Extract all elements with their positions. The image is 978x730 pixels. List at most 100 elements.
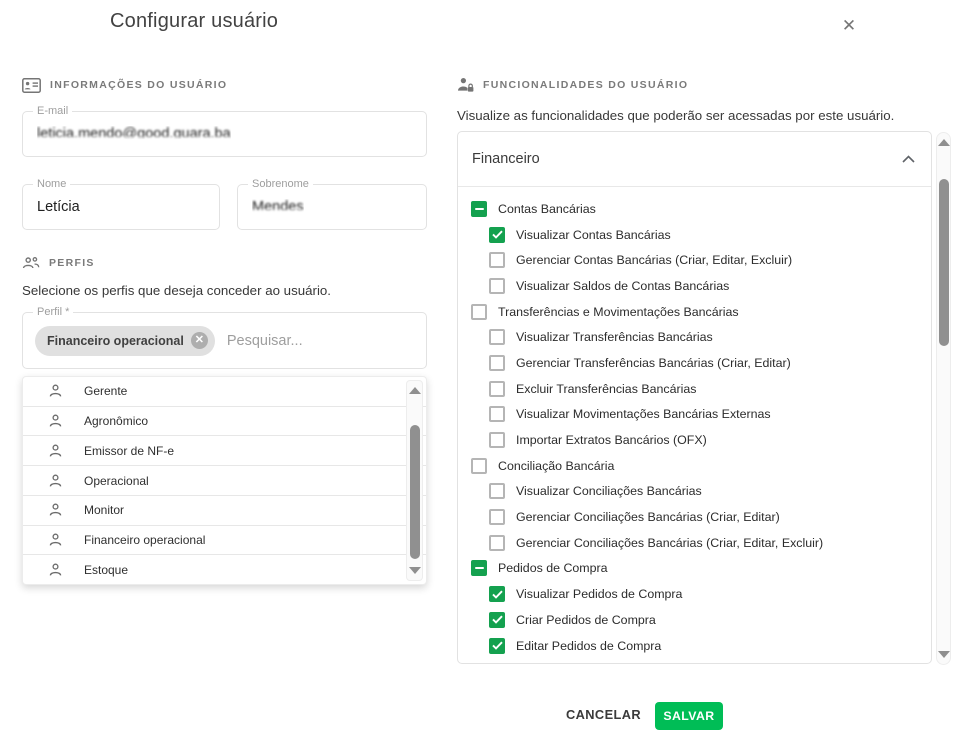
- permission-row[interactable]: Gerenciar Contas Bancárias (Criar, Edita…: [458, 247, 931, 273]
- email-field[interactable]: E-mail leticia.mendo@good.guara.ba: [22, 111, 427, 157]
- checkbox-checked-icon[interactable]: [489, 612, 505, 628]
- permission-row[interactable]: Gerenciar Conciliações Bancárias (Criar,…: [458, 504, 931, 530]
- selected-profile-chip-label: Financeiro operacional: [47, 334, 184, 348]
- profile-search-input[interactable]: [227, 333, 414, 349]
- scroll-up-arrow-icon[interactable]: [409, 387, 421, 394]
- profile-options-dropdown: Gerente AgronômicoEmissor de NF-e Operacio…: [22, 376, 427, 585]
- permission-row[interactable]: Gerenciar Conciliações Bancárias (Criar,…: [458, 530, 931, 556]
- permission-row[interactable]: Visualizar Conciliações Bancárias: [458, 479, 931, 505]
- checkbox-unchecked-icon[interactable]: [489, 535, 505, 551]
- profile-option[interactable]: Gerente: [23, 377, 426, 407]
- checkbox-unchecked-icon[interactable]: [489, 355, 505, 371]
- financeiro-accordion-header[interactable]: Financeiro: [458, 132, 931, 187]
- permission-label: Excluir Transferências Bancárias: [516, 382, 696, 396]
- dropdown-scrollbar[interactable]: [406, 380, 423, 581]
- permission-label: Editar Pedidos de Compra: [516, 639, 661, 653]
- profile-options-list: Gerente AgronômicoEmissor de NF-e Operacio…: [23, 377, 426, 584]
- permission-row[interactable]: Transferências e Movimentações Bancárias: [458, 299, 931, 325]
- checkbox-unchecked-icon[interactable]: [489, 483, 505, 499]
- profile-option[interactable]: Agronômico: [23, 407, 426, 437]
- checkbox-unchecked-icon[interactable]: [489, 278, 505, 294]
- profile-option-label: Operacional: [84, 474, 149, 488]
- checkbox-unchecked-icon[interactable]: [489, 329, 505, 345]
- permission-row[interactable]: Gerenciar Transferências Bancárias (Cria…: [458, 350, 931, 376]
- permission-row[interactable]: Visualizar Pedidos de Compra: [458, 581, 931, 607]
- permission-row[interactable]: Editar Pedidos de Compra: [458, 633, 931, 659]
- checkbox-unchecked-icon[interactable]: [471, 458, 487, 474]
- profile-option[interactable]: Monitor: [23, 496, 426, 526]
- profile-option[interactable]: Financeiro operacional: [23, 526, 426, 556]
- profile-option-label: Gerente: [84, 384, 127, 398]
- profile-option[interactable]: Estoque: [23, 555, 426, 584]
- permission-row[interactable]: Visualizar Contas Bancárias: [458, 222, 931, 248]
- person-icon: [49, 533, 62, 547]
- permission-row[interactable]: Visualizar Transferências Bancárias: [458, 324, 931, 350]
- functionalities-section-header: FUNCIONALIDADES DO USUÁRIO: [457, 77, 932, 93]
- permission-row[interactable]: Conciliação Bancária: [458, 453, 931, 479]
- checkbox-indeterminate-icon[interactable]: [471, 201, 487, 217]
- permission-label: Contas Bancárias: [498, 202, 596, 216]
- permission-label: Criar Pedidos de Compra: [516, 613, 656, 627]
- checkbox-unchecked-icon[interactable]: [489, 509, 505, 525]
- close-icon[interactable]: ✕: [836, 13, 862, 39]
- person-icon: [49, 384, 62, 398]
- checkbox-unchecked-icon[interactable]: [489, 406, 505, 422]
- checkbox-checked-icon[interactable]: [489, 227, 505, 243]
- checkbox-checked-icon[interactable]: [489, 586, 505, 602]
- people-icon: [22, 256, 40, 270]
- permission-label: Visualizar Conciliações Bancárias: [516, 484, 702, 498]
- scroll-down-arrow-icon[interactable]: [409, 567, 421, 574]
- checkbox-unchecked-icon[interactable]: [489, 432, 505, 448]
- person-icon: [49, 414, 62, 428]
- name-row: Nome Letícia Sobrenome Mendes: [22, 184, 427, 230]
- permission-row[interactable]: Criar Pedidos de Compra: [458, 607, 931, 633]
- panel-scroll-down-icon[interactable]: [938, 651, 950, 658]
- panel-scrollbar[interactable]: [936, 132, 951, 665]
- profile-option-label: Financeiro operacional: [84, 533, 205, 547]
- perfis-section-title: PERFIS: [49, 257, 95, 269]
- configure-user-dialog: Configurar usuário ✕ INFORMAÇÕES DO USUÁ…: [0, 0, 978, 730]
- functionalities-panel: Financeiro Contas Bancárias Visualizar Co…: [457, 131, 932, 664]
- selected-profile-chip[interactable]: Financeiro operacional ✕: [35, 326, 215, 356]
- user-info-column: INFORMAÇÕES DO USUÁRIO E-mail leticia.me…: [22, 77, 427, 585]
- save-button[interactable]: SALVAR: [655, 702, 723, 730]
- chip-remove-icon[interactable]: ✕: [191, 332, 208, 349]
- functionalities-section-title: FUNCIONALIDADES DO USUÁRIO: [483, 79, 688, 91]
- permission-row[interactable]: Visualizar Movimentações Bancárias Exter…: [458, 402, 931, 428]
- permissions-checkbox-list: Contas Bancárias Visualizar Contas Bancár…: [458, 187, 931, 658]
- profile-option[interactable]: Operacional: [23, 466, 426, 496]
- permission-label: Transferências e Movimentações Bancárias: [498, 305, 739, 319]
- checkbox-unchecked-icon[interactable]: [489, 381, 505, 397]
- checkbox-unchecked-icon[interactable]: [471, 304, 487, 320]
- permission-row[interactable]: Importar Extratos Bancários (OFX): [458, 427, 931, 453]
- profile-option[interactable]: Emissor de NF-e: [23, 436, 426, 466]
- permission-label: Visualizar Contas Bancárias: [516, 228, 671, 242]
- permission-row[interactable]: Excluir Transferências Bancárias: [458, 376, 931, 402]
- perfil-field-label: Perfil *: [33, 307, 73, 318]
- functionalities-column: FUNCIONALIDADES DO USUÁRIO Visualize as …: [457, 77, 932, 664]
- dropdown-scrollbar-thumb[interactable]: [410, 425, 420, 559]
- chevron-up-icon[interactable]: [902, 155, 915, 163]
- panel-scrollbar-thumb[interactable]: [939, 179, 949, 346]
- user-info-section-title: INFORMAÇÕES DO USUÁRIO: [50, 79, 227, 91]
- perfis-helper-text: Selecione os perfis que deseja conceder …: [22, 283, 427, 298]
- cancel-button[interactable]: CANCELAR: [566, 707, 641, 722]
- perfil-select-field[interactable]: Perfil * Financeiro operacional ✕: [22, 312, 427, 369]
- checkbox-unchecked-icon[interactable]: [489, 252, 505, 268]
- checkbox-indeterminate-icon[interactable]: [471, 560, 487, 576]
- permission-row[interactable]: Visualizar Saldos de Contas Bancárias: [458, 273, 931, 299]
- panel-scroll-up-icon[interactable]: [938, 139, 950, 146]
- permission-label: Visualizar Saldos de Contas Bancárias: [516, 279, 729, 293]
- person-icon: [49, 444, 62, 458]
- checkbox-checked-icon[interactable]: [489, 638, 505, 654]
- person-icon: [49, 503, 62, 517]
- person-icon: [49, 563, 62, 577]
- person-lock-icon: [457, 77, 474, 93]
- email-field-label: E-mail: [33, 106, 72, 117]
- permission-row[interactable]: Contas Bancárias: [458, 196, 931, 222]
- last-name-field[interactable]: Sobrenome Mendes: [237, 184, 427, 230]
- contact-card-icon: [22, 78, 41, 93]
- first-name-field[interactable]: Nome Letícia: [22, 184, 220, 230]
- permission-row[interactable]: Pedidos de Compra: [458, 556, 931, 582]
- permission-label: Gerenciar Conciliações Bancárias (Criar,…: [516, 536, 823, 550]
